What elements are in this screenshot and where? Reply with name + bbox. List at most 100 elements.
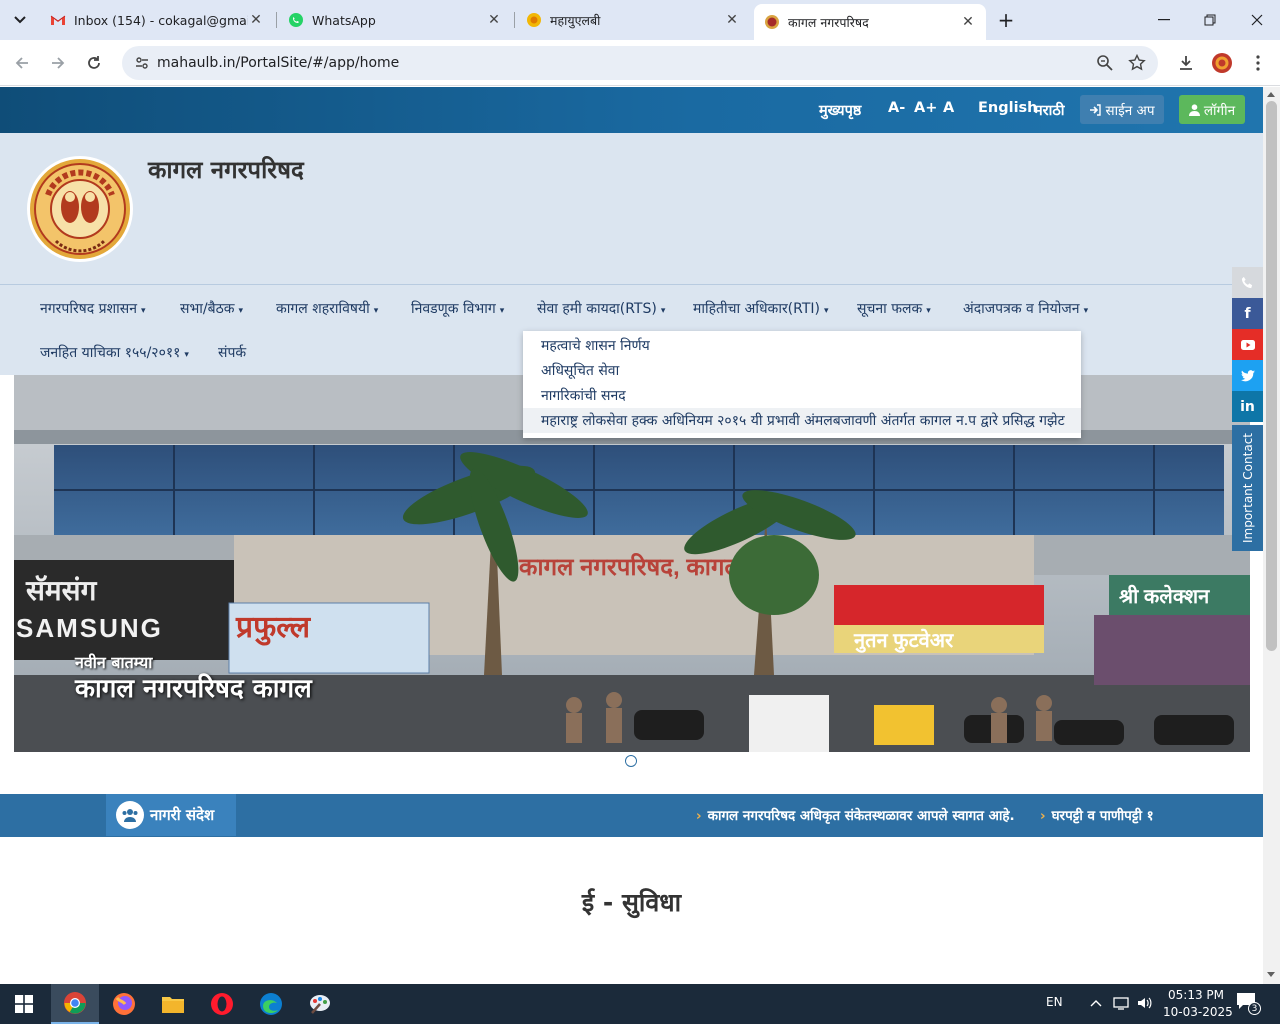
minimize-button[interactable] [1141,0,1187,40]
menu-item-notice-board[interactable]: सूचना फलक ▾ [857,299,931,318]
network-icon[interactable] [1113,996,1129,1010]
close-window-button[interactable] [1234,0,1280,40]
hero-caption-title: कागल नगरपरिषद कागल [75,674,312,704]
lang-marathi-link[interactable]: मराठी [1034,100,1065,120]
top-strip: मुख्यपृष्ठ A- A+ A English मराठी साईन अप… [0,87,1263,133]
menu-item-about-city[interactable]: कागल शहराविषयी ▾ [276,299,378,318]
prafulla-text: प्रफुल्ल [235,611,312,646]
dropdown-item-gazette[interactable]: महाराष्ट्र लोकसेवा हक्क अधिनियम २०१५ यी … [523,408,1081,433]
tab-title: महायुएलबी [550,12,601,28]
address-bar[interactable]: mahaulb.in/PortalSite/#/app/home [122,46,1158,80]
tab-whatsapp[interactable]: WhatsApp ✕ [278,4,512,36]
tab-mahaulb[interactable]: महायुएलबी ✕ [516,4,750,36]
paint-icon [310,995,330,1014]
tab-gmail[interactable]: Inbox (154) - cokagal@gmail.co ✕ [40,4,274,36]
notification-count-badge: 3 [1248,1002,1261,1015]
ticker-item[interactable]: › घरपट्टी व पाणीपट्टी १ [1040,806,1154,824]
site-info-icon[interactable] [134,55,150,71]
user-icon [1188,103,1200,116]
page-scrollbar[interactable] [1263,87,1280,984]
ticker-item[interactable]: › कागल नगरपरिषद अधिकृत संकेतस्थळावर आपले … [696,806,1015,824]
clock-time[interactable]: 05:13 PM [1168,988,1224,1002]
tab-search-button[interactable] [8,8,32,32]
input-language[interactable]: EN [1046,995,1063,1009]
taskbar-file-explorer[interactable] [149,984,197,1024]
back-button[interactable] [10,51,34,75]
start-button[interactable] [0,984,48,1024]
profile-button[interactable] [1210,51,1234,75]
whatsapp-icon [289,13,303,27]
font-decrease-link[interactable]: A- [888,100,905,116]
close-tab-icon[interactable]: ✕ [960,14,976,30]
zoom-icon[interactable] [1096,54,1114,72]
tab-kagal[interactable]: कागल नगरपरिषद ✕ [754,4,986,40]
scroll-down-icon[interactable] [1267,972,1275,977]
taskbar-paint[interactable] [296,984,344,1024]
reload-button[interactable] [82,51,106,75]
menu-item-pil[interactable]: जनहित याचिका १५५/२०११ ▾ [40,343,189,362]
facebook-icon[interactable]: f [1232,298,1263,329]
menu-label: सभा/बैठक [180,301,235,317]
menu-item-meetings[interactable]: सभा/बैठक ▾ [180,299,243,318]
clock-date[interactable]: 10-03-2025 [1163,1005,1233,1019]
scrollbar-thumb[interactable] [1266,101,1277,651]
tab-title: Inbox (154) - cokagal@gmail.co [74,12,248,28]
dropdown-item-notified-services[interactable]: अधिसूचित सेवा [523,358,1081,383]
menu-item-rts[interactable]: सेवा हमी कायदा(RTS) ▾ [537,299,665,318]
menu-item-administration[interactable]: नगरपरिषद प्रशासन ▾ [40,299,146,318]
ticker-text: कागल नगरपरिषद अधिकृत संकेतस्थळावर आपले स… [707,808,1015,824]
folder-icon [162,997,184,1013]
twitter-icon[interactable] [1232,360,1263,391]
notifications-button[interactable]: 3 [1236,992,1261,1016]
chevron-right-icon: › [696,808,702,824]
home-link[interactable]: मुख्यपृष्ठ [819,100,861,120]
close-tab-icon[interactable]: ✕ [486,12,502,28]
volume-icon[interactable] [1137,996,1153,1010]
taskbar-edge[interactable] [247,984,295,1024]
menu-item-budget[interactable]: अंदाजपत्रक व नियोजन ▾ [963,299,1088,318]
menu-item-contact[interactable]: संपर्क [218,343,246,362]
kagal-seal-icon [765,15,779,29]
taskbar-firefox[interactable] [100,984,148,1024]
forward-button[interactable] [46,51,70,75]
linkedin-icon[interactable]: in [1232,391,1263,422]
users-icon [116,801,144,829]
arrow-left-icon [15,57,28,69]
restore-button[interactable] [1187,0,1233,40]
menu-item-elections[interactable]: निवडणूक विभाग ▾ [411,299,504,318]
arrow-right-icon [52,57,65,69]
e-services-heading: ई - सुविधा [581,888,682,917]
menu-label: अंदाजपत्रक व नियोजन [963,301,1080,317]
menu-label: माहितीचा अधिकार(RTI) [693,301,820,317]
important-contact-tab[interactable]: Important Contact [1232,425,1263,551]
signup-button[interactable]: साईन अप [1080,95,1164,124]
browser-menu-button[interactable] [1246,51,1270,75]
building-sign-text: कागल नगरपरिषद, कागल [518,553,743,581]
youtube-icon[interactable] [1232,329,1263,360]
close-tab-icon[interactable]: ✕ [724,12,740,28]
new-tab-button[interactable]: + [994,8,1018,32]
phone-icon[interactable] [1232,267,1263,298]
download-icon [1180,56,1192,70]
ticker-label: नागरी संदेश [106,794,236,836]
dropdown-item-gr[interactable]: महत्वाचे शासन निर्णय [523,333,1081,358]
avatar [1212,53,1232,73]
downloads-button[interactable] [1174,51,1198,75]
taskbar-opera[interactable] [198,984,246,1024]
dropdown-item-citizen-charter[interactable]: नागरिकांची सनद [523,383,1081,408]
opera-icon [211,993,233,1015]
font-normal-link[interactable]: A [943,100,954,116]
lang-english-link[interactable]: English [978,100,1038,116]
bookmark-star-icon[interactable] [1128,54,1146,72]
carousel-indicator[interactable] [625,755,637,767]
font-increase-link[interactable]: A+ [914,100,937,116]
scroll-up-icon[interactable] [1267,92,1275,97]
browser-tab-bar: Inbox (154) - cokagal@gmail.co ✕ WhatsAp… [0,0,1280,40]
menu-item-rti[interactable]: माहितीचा अधिकार(RTI) ▾ [693,299,829,318]
login-button[interactable]: लॉगीन [1179,95,1245,124]
chevron-up-icon[interactable] [1090,999,1102,1007]
close-tab-icon[interactable]: ✕ [248,12,264,28]
kagal-municipal-logo[interactable] [26,155,134,263]
chevron-right-icon: › [1040,808,1046,824]
taskbar-chrome[interactable] [51,984,99,1024]
